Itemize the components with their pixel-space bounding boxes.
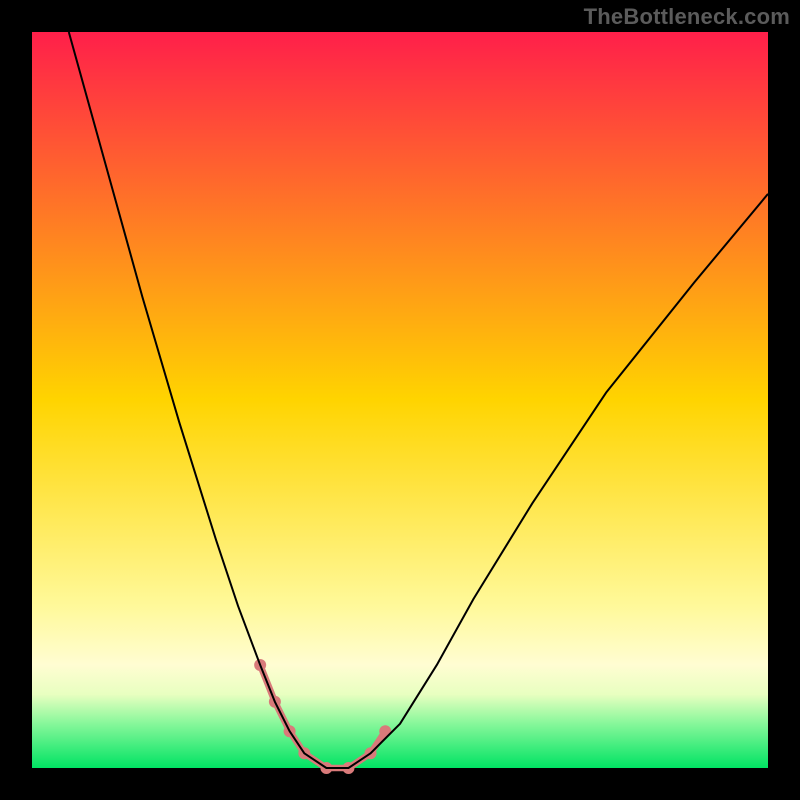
chart-container: TheBottleneck.com: [0, 0, 800, 800]
bottleneck-chart: [0, 0, 800, 800]
watermark-label: TheBottleneck.com: [584, 4, 790, 30]
plot-area: [32, 32, 768, 768]
